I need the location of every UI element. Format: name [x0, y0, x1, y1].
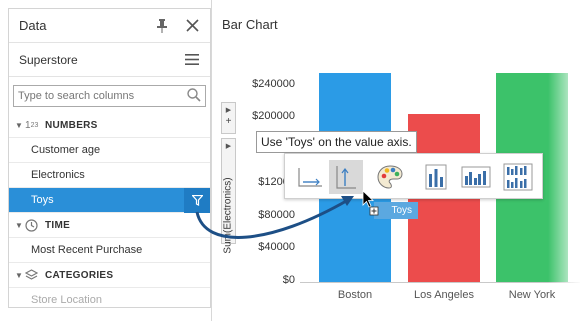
search-icon[interactable] — [187, 87, 201, 105]
column-chart-icon[interactable] — [419, 160, 453, 194]
drop-tooltip: Use 'Toys' on the value axis. — [256, 131, 417, 153]
close-icon[interactable] — [184, 18, 200, 34]
y-tick-label: $0 — [282, 274, 295, 286]
x-tick-label: New York — [508, 289, 556, 301]
column-item[interactable]: Customer age — [9, 138, 210, 163]
search-input[interactable] — [18, 90, 187, 102]
group-label: TIME — [45, 219, 71, 231]
x-axis-baseline — [300, 282, 580, 283]
multi-column-chart-icon[interactable] — [501, 160, 535, 194]
grouped-column-chart-icon[interactable] — [459, 160, 493, 194]
column-item-selected[interactable]: Toys — [9, 188, 210, 213]
caret-down-icon: ▼ — [15, 120, 23, 130]
pin-icon[interactable] — [154, 18, 170, 34]
cursor-icon — [362, 190, 379, 216]
color-palette-icon[interactable] — [373, 160, 407, 194]
edge-fade — [548, 50, 583, 290]
layers-icon — [25, 269, 45, 281]
y-axis-option-icon[interactable] — [329, 160, 363, 194]
shelf-label-text: Sum(Electronics) — [223, 176, 235, 254]
y-tick-label: $80000 — [258, 208, 295, 221]
chart-title: Bar Chart — [222, 17, 278, 32]
y-tick-label: $40000 — [258, 241, 295, 254]
column-item[interactable]: Store Location — [9, 288, 210, 307]
x-tick-label: Boston — [337, 289, 373, 301]
filter-icon[interactable] — [184, 188, 210, 213]
data-panel-title: Data — [19, 18, 47, 33]
column-item-label: Toys — [31, 194, 54, 206]
y-tick-label: $200000 — [252, 110, 295, 123]
chart-suggestions — [284, 153, 543, 199]
shelf-label: Sum(Electronics) — [220, 175, 237, 255]
x-axis-option-icon[interactable] — [293, 160, 327, 194]
caret-down-icon: ▼ — [15, 270, 23, 280]
column-item[interactable]: Most Recent Purchase — [9, 238, 210, 263]
data-source-name: Superstore — [19, 52, 78, 67]
shelf-expand-button[interactable]: ▶ + — [221, 102, 236, 134]
panel-divider[interactable] — [211, 0, 212, 321]
group-label: NUMBERS — [45, 119, 98, 131]
numbers-icon: 123 — [25, 119, 39, 131]
caret-right-icon: ▶ — [225, 143, 232, 150]
group-label: CATEGORIES — [45, 269, 114, 281]
clock-icon — [25, 218, 45, 232]
y-tick-label: $240000 — [252, 77, 295, 90]
data-panel-header: Data — [9, 9, 210, 43]
data-panel: Data Superstore ▼ 123 NUMBERS Customer a… — [8, 8, 211, 308]
caret-down-icon: ▼ — [15, 220, 23, 230]
x-tick-label: Los Angeles — [414, 289, 474, 301]
group-time[interactable]: ▼ TIME — [9, 213, 210, 238]
menu-icon[interactable] — [184, 52, 200, 68]
group-numbers[interactable]: ▼ 123 NUMBERS — [9, 113, 210, 138]
column-item[interactable]: Electronics — [9, 163, 210, 188]
search-box — [13, 85, 206, 107]
caret-right-icon: ▶ — [225, 107, 232, 114]
group-categories[interactable]: ▼ CATEGORIES — [9, 263, 210, 288]
plus-icon: + — [225, 116, 232, 127]
data-source-row: Superstore — [9, 43, 210, 77]
